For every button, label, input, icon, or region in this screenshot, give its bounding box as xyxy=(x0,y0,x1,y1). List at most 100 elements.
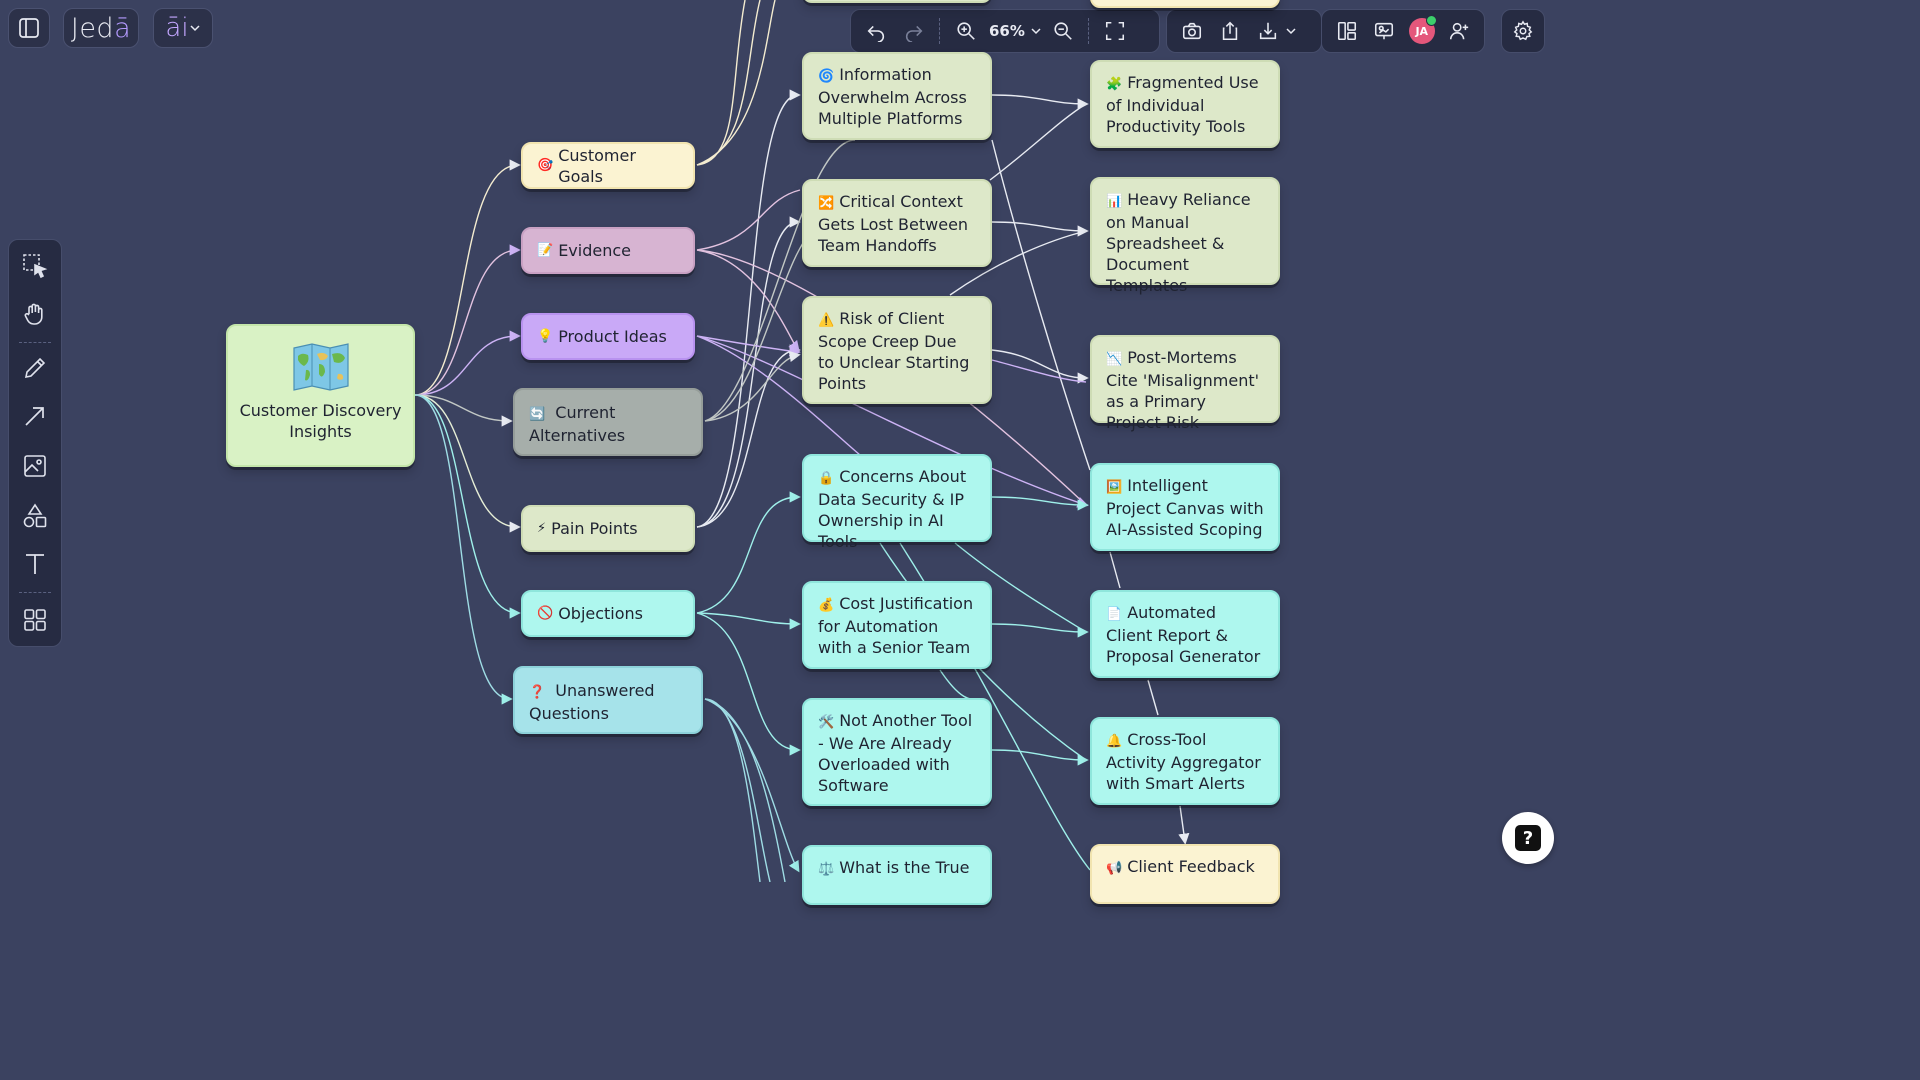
lightbulb-icon: 💡 xyxy=(537,329,554,344)
scales-icon: ⚖️ xyxy=(818,862,835,877)
objection-node-data-security[interactable]: 🔒 Concerns About Data Security & IP Owner… xyxy=(802,454,992,551)
pen-tool[interactable] xyxy=(19,352,51,384)
download-dropdown[interactable] xyxy=(1251,14,1297,48)
node-label: Not Another Tool - We Are Already Overlo… xyxy=(818,711,973,795)
pain-node-scope-creep[interactable]: ⚠️ Risk of Client Scope Creep Due to Uncl… xyxy=(802,296,992,404)
node-label: Pain Points xyxy=(551,519,638,538)
text-tool[interactable] xyxy=(19,548,51,580)
question-mark-icon: ❓ xyxy=(529,685,546,700)
arrow-icon xyxy=(25,407,44,426)
node-label: Concerns About Data Security & IP Owners… xyxy=(818,467,967,551)
share-button[interactable] xyxy=(1213,14,1247,48)
pencil-icon xyxy=(24,357,46,379)
grid-icon xyxy=(24,609,46,631)
collaboration-toolbar: JA xyxy=(1321,9,1485,53)
idea-node-activity-aggregator[interactable]: 🔔 Cross-Tool Activity Aggregator with Sma… xyxy=(1090,717,1280,805)
edge-root-ideas xyxy=(414,330,521,396)
undo-icon xyxy=(867,25,885,42)
puzzle-icon: 🧩 xyxy=(1106,77,1123,92)
canvas-toolbar: 66% xyxy=(850,9,1160,53)
objection-node-true-cost[interactable]: ⚖️ What is the True xyxy=(802,845,992,905)
root-node[interactable]: Customer Discovery Insights xyxy=(226,324,415,467)
edge-root-evidence xyxy=(414,244,521,396)
category-current-alternatives[interactable]: 🔄 Current Alternatives xyxy=(513,388,703,456)
node-label: Client Feedback xyxy=(1127,857,1255,876)
category-pain-points[interactable]: ⚡ Pain Points xyxy=(521,505,695,552)
edge-root-objections xyxy=(414,394,521,619)
bar-chart-icon: 📊 xyxy=(1106,194,1123,209)
redo-button[interactable] xyxy=(897,14,931,48)
cyclone-icon: 🌀 xyxy=(818,69,835,84)
idea-node-report-generator[interactable]: 📄 Automated Client Report & Proposal Gene… xyxy=(1090,590,1280,678)
sidebar-panel-icon xyxy=(19,18,39,38)
lock-icon: 🔒 xyxy=(818,471,835,486)
edge-root-alternatives xyxy=(414,394,513,427)
chevron-down-icon xyxy=(1286,28,1296,35)
edge-root-pain xyxy=(414,394,521,533)
node-label: Objections xyxy=(558,604,644,623)
pain-node-information-overwhelm[interactable]: 🌀 Information Overwhelm Across Multiple P… xyxy=(802,52,992,140)
idea-node-client-feedback[interactable]: 📢 Client Feedback xyxy=(1090,844,1280,904)
category-objections[interactable]: 🚫 Objections xyxy=(521,590,695,637)
rail-divider xyxy=(19,592,51,593)
undo-button[interactable] xyxy=(859,14,893,48)
zoom-in-button[interactable] xyxy=(949,14,983,48)
fit-to-screen-button[interactable] xyxy=(1098,14,1132,48)
zoom-level: 66% xyxy=(989,22,1025,40)
category-customer-goals[interactable]: 🎯 Customer Goals xyxy=(521,142,695,189)
category-product-ideas[interactable]: 💡 Product Ideas xyxy=(521,313,695,360)
marquee-select-icon xyxy=(23,254,48,279)
offscreen-node[interactable] xyxy=(802,0,992,3)
avatar: JA xyxy=(1408,15,1437,44)
pain-node-context-lost[interactable]: 🔀 Critical Context Gets Lost Between Team… xyxy=(802,179,992,267)
shapes-tool[interactable] xyxy=(19,500,51,532)
node-label: Cost Justification for Automation with a… xyxy=(818,594,974,657)
download-icon xyxy=(1259,22,1277,40)
offscreen-node[interactable] xyxy=(1090,0,1280,8)
shapes-icon xyxy=(23,503,47,528)
brand-logo[interactable]: Jedā xyxy=(63,8,139,48)
objection-node-not-another-tool[interactable]: 🛠️ Not Another Tool - We Are Already Over… xyxy=(802,698,992,806)
objection-node-cost-justification[interactable]: 💰 Cost Justification for Automation with … xyxy=(802,581,992,669)
category-evidence[interactable]: 📝 Evidence xyxy=(521,227,695,274)
image-tool[interactable] xyxy=(19,450,51,482)
world-map-icon xyxy=(292,342,350,392)
ai-menu-button[interactable]: āi xyxy=(153,8,213,48)
zoom-out-icon xyxy=(1054,22,1072,40)
text-icon xyxy=(26,554,44,574)
settings-button[interactable] xyxy=(1501,9,1545,53)
sidebar-toggle-button[interactable] xyxy=(8,8,50,48)
export-toolbar xyxy=(1166,9,1322,53)
brand-name: Jedā xyxy=(70,12,132,44)
user-avatar[interactable]: JA xyxy=(1405,14,1439,48)
warning-icon: ⚠️ xyxy=(818,313,835,328)
edge-root-questions xyxy=(414,394,513,705)
chevron-down-icon xyxy=(1031,28,1041,35)
zoom-out-button[interactable] xyxy=(1046,14,1080,48)
select-tool[interactable] xyxy=(19,250,51,282)
refresh-icon: 🔄 xyxy=(529,407,546,422)
templates-tool[interactable] xyxy=(19,604,51,636)
idea-node-project-canvas[interactable]: 🖼️ Intelligent Project Canvas with AI-Ass… xyxy=(1090,463,1280,551)
arrow-tool[interactable] xyxy=(19,400,51,432)
root-label: Customer Discovery Insights xyxy=(239,401,402,441)
tool-rail xyxy=(8,239,62,647)
presentation-icon xyxy=(1375,22,1394,40)
node-label: Critical Context Gets Lost Between Team … xyxy=(818,192,969,255)
category-unanswered-questions[interactable]: ❓ Unanswered Questions xyxy=(513,666,703,734)
present-button[interactable] xyxy=(1368,14,1402,48)
layout-button[interactable] xyxy=(1330,14,1364,48)
invite-user-button[interactable] xyxy=(1443,14,1477,48)
zoom-in-icon xyxy=(957,22,975,40)
toolbar-divider xyxy=(1087,18,1090,44)
pan-tool[interactable] xyxy=(19,298,51,330)
insight-node-fragmented-use[interactable]: 🧩 Fragmented Use of Individual Productivi… xyxy=(1090,60,1280,148)
shuffle-icon: 🔀 xyxy=(818,196,835,211)
zoom-level-dropdown[interactable]: 66% xyxy=(987,22,1042,40)
insight-node-spreadsheet-reliance[interactable]: 📊 Heavy Reliance on Manual Spreadsheet & … xyxy=(1090,177,1280,295)
layout-panels-icon xyxy=(1337,21,1356,41)
help-button[interactable]: ? xyxy=(1502,812,1554,864)
node-label: Customer Goals xyxy=(558,145,636,186)
screenshot-button[interactable] xyxy=(1175,14,1209,48)
insight-node-post-mortems[interactable]: 📉 Post-Mortems Cite 'Misalignment' as a P… xyxy=(1090,335,1280,432)
